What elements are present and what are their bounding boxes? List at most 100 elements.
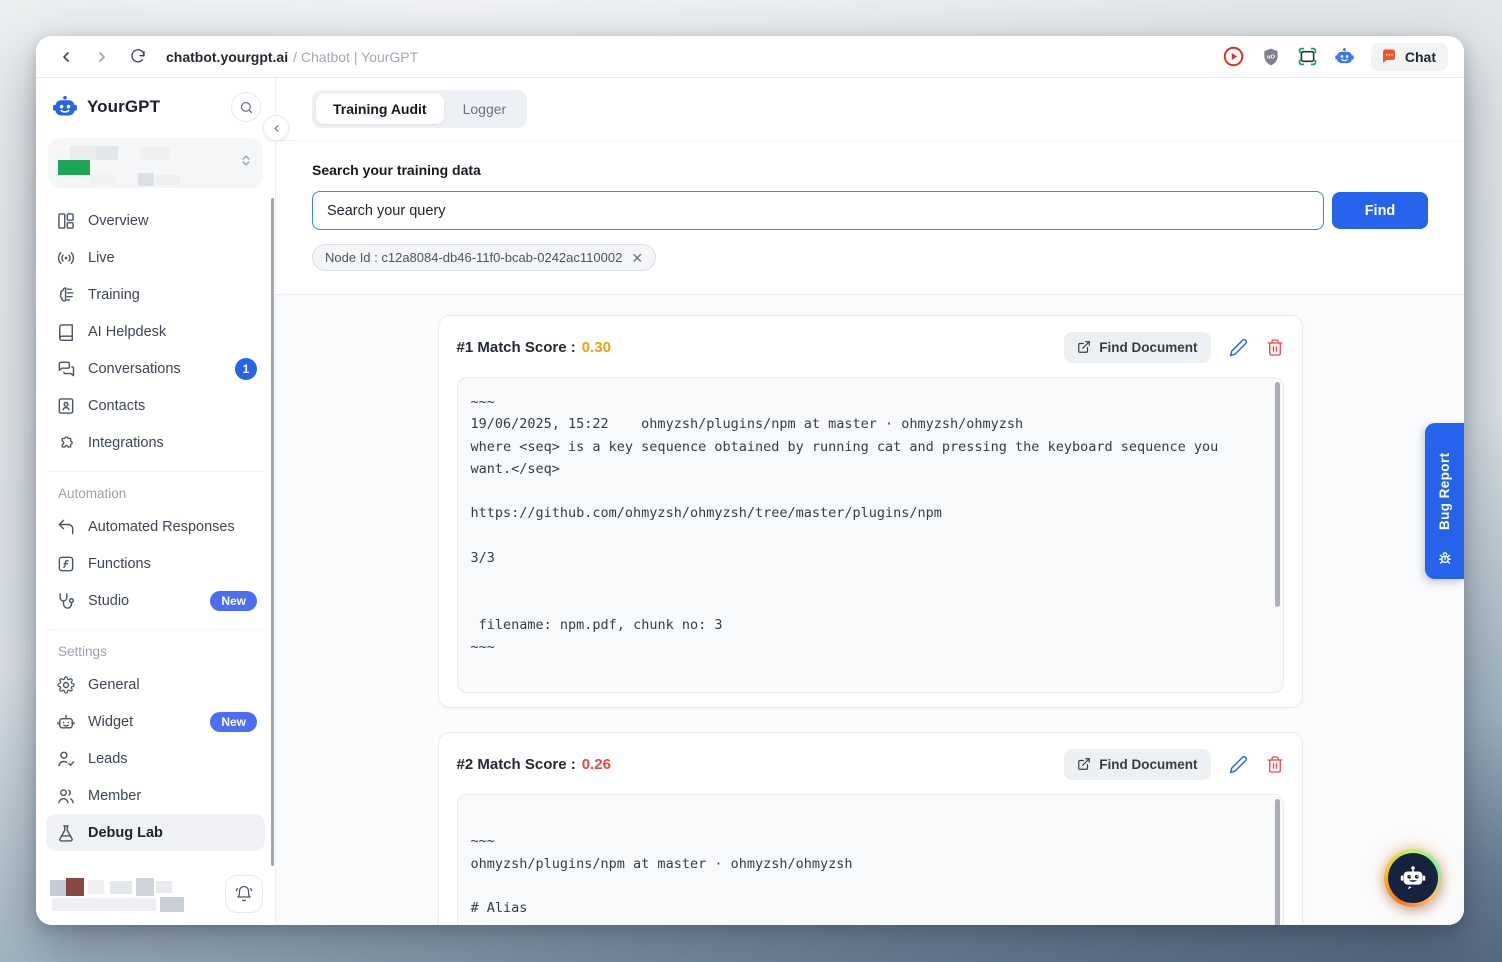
puzzle-icon	[56, 433, 76, 453]
sidebar-divider	[48, 629, 263, 630]
sidebar-item-leads[interactable]: Leads	[46, 740, 265, 777]
find-document-button[interactable]: Find Document	[1064, 749, 1210, 780]
reply-arrow-icon	[56, 517, 76, 537]
find-button[interactable]: Find	[1332, 192, 1428, 229]
sidebar-item-functions[interactable]: Functions	[46, 545, 265, 582]
main-header: Training Audit Logger	[276, 78, 1464, 141]
studio-new-badge: New	[210, 591, 257, 611]
chunk-text: ~~~ ohmyzsh/plugins/npm at master · ohmy…	[471, 808, 1259, 919]
overview-icon	[56, 211, 76, 231]
tab-logger[interactable]: Logger	[446, 94, 524, 124]
sidebar-item-label: Training	[88, 287, 140, 303]
codeblock-scrollbar[interactable]	[1275, 382, 1280, 607]
back-icon[interactable]	[52, 43, 80, 71]
workspace-selector[interactable]	[48, 138, 263, 188]
chunk-content[interactable]: ~~~ 19/06/2025, 15:22 ohmyzsh/plugins/np…	[457, 377, 1284, 693]
sidebar-item-ai-helpdesk[interactable]: AI Helpdesk	[46, 313, 265, 350]
sidebar-scrollbar[interactable]	[271, 198, 274, 866]
chat-widget-button[interactable]	[1384, 849, 1442, 907]
workspace-redacted-block	[96, 146, 118, 160]
screenshot-frame-icon[interactable]	[1297, 46, 1319, 68]
robot-extension-icon[interactable]	[1334, 46, 1356, 68]
user-redacted-block	[66, 878, 84, 896]
chunk-content[interactable]: ~~~ ohmyzsh/plugins/npm at master · ohmy…	[457, 794, 1284, 925]
sidebar-item-member[interactable]: Member	[46, 777, 265, 814]
yourgpt-logo-icon	[52, 94, 78, 120]
flask-icon	[56, 823, 76, 843]
sidebar-item-overview[interactable]: Overview	[46, 202, 265, 239]
chat-bubble-icon	[1380, 48, 1398, 66]
sidebar: YourGPT Overview	[36, 78, 276, 925]
chip-close-icon[interactable]: ✕	[631, 251, 643, 265]
conversations-icon	[56, 359, 76, 379]
bug-report-button[interactable]: Bug Report	[1425, 423, 1464, 579]
search-input[interactable]	[312, 191, 1324, 230]
section-header-settings: Settings	[58, 644, 265, 659]
edit-button[interactable]	[1229, 338, 1248, 357]
match-score: 0.30	[582, 339, 611, 356]
sidebar-item-live[interactable]: Live	[46, 239, 265, 276]
sidebar-divider	[48, 471, 263, 472]
reload-icon[interactable]	[124, 43, 152, 71]
user-redacted-block	[52, 898, 156, 911]
url-path: / Chatbot | YourGPT	[293, 49, 418, 65]
codeblock-scrollbar[interactable]	[1275, 799, 1280, 925]
sidebar-item-label: Contacts	[88, 398, 145, 414]
delete-button[interactable]	[1266, 338, 1284, 357]
forward-icon[interactable]	[88, 43, 116, 71]
edit-button[interactable]	[1229, 755, 1248, 774]
sidebar-item-widget[interactable]: Widget New	[46, 703, 265, 740]
search-section: Search your training data Find Node Id :…	[276, 141, 1464, 295]
svg-text:uO: uO	[1267, 54, 1276, 60]
external-link-icon	[1077, 340, 1091, 354]
sidebar-item-contacts[interactable]: Contacts	[46, 387, 265, 424]
match-title: #1 Match Score :	[457, 339, 576, 356]
delete-button[interactable]	[1266, 755, 1284, 774]
sidebar-item-integrations[interactable]: Integrations	[46, 424, 265, 461]
browser-window: chatbot.yourgpt.ai / Chatbot | YourGPT u…	[36, 36, 1464, 925]
find-document-button[interactable]: Find Document	[1064, 332, 1210, 363]
record-extension-icon[interactable]	[1223, 46, 1245, 68]
sidebar-item-general[interactable]: General	[46, 666, 265, 703]
match-result-card: #1 Match Score : 0.30 Find Document	[438, 315, 1303, 708]
book-icon	[56, 322, 76, 342]
sidebar-item-label: Functions	[88, 556, 151, 572]
sidebar-search-button[interactable]	[231, 92, 261, 122]
sidebar-item-label: Overview	[88, 213, 148, 229]
workspace-redacted-block	[138, 173, 154, 186]
sidebar-item-automated-responses[interactable]: Automated Responses	[46, 508, 265, 545]
notifications-bell-button[interactable]	[225, 875, 263, 913]
find-document-label: Find Document	[1099, 757, 1197, 772]
chat-extension-button[interactable]: Chat	[1371, 43, 1448, 71]
sidebar-item-label: Member	[88, 788, 141, 804]
browser-topbar: chatbot.yourgpt.ai / Chatbot | YourGPT u…	[36, 36, 1464, 78]
sidebar-item-studio[interactable]: Studio New	[46, 582, 265, 619]
chunk-text: ~~~ 19/06/2025, 15:22 ohmyzsh/plugins/np…	[471, 391, 1259, 659]
sidebar-collapse-button[interactable]	[263, 115, 289, 141]
brain-icon	[56, 285, 76, 305]
sidebar-item-debug-lab[interactable]: Debug Lab	[46, 814, 265, 851]
tab-training-audit[interactable]: Training Audit	[316, 94, 444, 124]
app-body: YourGPT Overview	[36, 78, 1464, 925]
sidebar-item-conversations[interactable]: Conversations 1	[46, 350, 265, 387]
node-id-chip-label: Node Id : c12a8084-db46-11f0-bcab-0242ac…	[325, 250, 622, 265]
sidebar-user-row	[48, 871, 263, 917]
workspace-redacted-block	[70, 146, 96, 160]
brand-name: YourGPT	[87, 97, 160, 117]
match-result-card: #2 Match Score : 0.26 Find Document	[438, 732, 1303, 925]
main-content: Training Audit Logger Search your traini…	[276, 78, 1464, 925]
sidebar-nav: Overview Live Training AI Helpdesk Conve…	[36, 198, 275, 851]
find-document-label: Find Document	[1099, 340, 1197, 355]
function-icon	[56, 554, 76, 574]
sidebar-item-training[interactable]: Training	[46, 276, 265, 313]
user-redacted-block	[110, 881, 132, 894]
workspace-redacted-block	[90, 175, 116, 185]
match-score: 0.26	[582, 756, 611, 773]
address-bar[interactable]: chatbot.yourgpt.ai / Chatbot | YourGPT	[166, 49, 418, 65]
ublock-shield-icon[interactable]: uO	[1260, 46, 1282, 68]
results-list: #1 Match Score : 0.30 Find Document	[276, 295, 1464, 925]
user-redacted[interactable]	[48, 874, 198, 914]
url-host: chatbot.yourgpt.ai	[166, 49, 288, 65]
node-id-filter-chip[interactable]: Node Id : c12a8084-db46-11f0-bcab-0242ac…	[312, 244, 656, 271]
user-redacted-block	[88, 880, 104, 894]
